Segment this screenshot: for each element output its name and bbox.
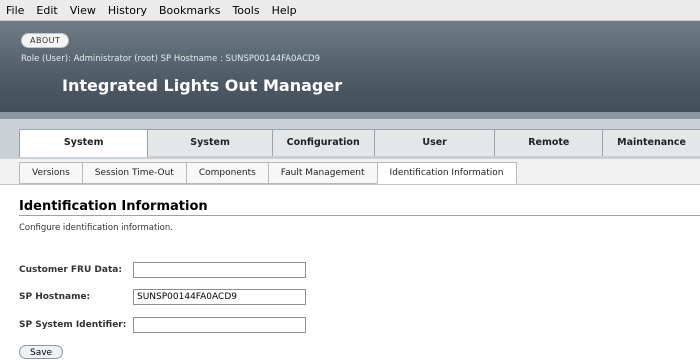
tab-system-monitoring[interactable]: System Monitoring xyxy=(147,129,273,174)
subtab-session-time-out[interactable]: Session Time-Out xyxy=(81,162,187,184)
menu-tools[interactable]: Tools xyxy=(232,4,259,17)
tab-configuration[interactable]: Configuration xyxy=(271,129,375,156)
form-row-sp-hostname: SP Hostname: xyxy=(19,289,306,305)
tab-maintenance[interactable]: Maintenance xyxy=(602,129,700,156)
form-row-customer-fru: Customer FRU Data: xyxy=(19,262,306,278)
header-divider xyxy=(0,112,700,119)
customer-fru-input[interactable] xyxy=(133,262,306,278)
tab-system-information[interactable]: System Information xyxy=(19,129,149,174)
tab-user-management[interactable]: User Management xyxy=(373,129,496,174)
menu-view[interactable]: View xyxy=(70,4,96,17)
sp-hostname-label: SP Hostname: xyxy=(19,292,91,302)
subtab-versions[interactable]: Versions xyxy=(19,162,83,184)
menu-history[interactable]: History xyxy=(108,4,147,17)
menu-file[interactable]: File xyxy=(6,4,24,17)
save-button[interactable]: Save xyxy=(19,345,64,359)
menu-edit[interactable]: Edit xyxy=(36,4,57,17)
sp-system-identifier-input[interactable] xyxy=(133,317,306,333)
sub-tab-bar: Versions Session Time-Out Components Fau… xyxy=(0,159,700,185)
sp-hostname-input[interactable] xyxy=(133,289,306,305)
page-description: Configure identification information. xyxy=(19,223,173,233)
subtab-fault-management[interactable]: Fault Management xyxy=(267,162,378,184)
form-row-sp-system-identifier: SP System Identifier: xyxy=(19,317,306,333)
subtab-identification-information[interactable]: Identification Information xyxy=(376,162,517,184)
app-header: ABOUT Role (User): Administrator (root) … xyxy=(0,21,700,119)
title-divider xyxy=(19,215,700,216)
role-info: Role (User): Administrator (root) SP Hos… xyxy=(21,54,320,64)
about-button[interactable]: ABOUT xyxy=(21,33,70,48)
sp-system-identifier-label: SP System Identifier: xyxy=(19,320,127,330)
subtab-components[interactable]: Components xyxy=(185,162,269,184)
menu-help[interactable]: Help xyxy=(272,4,297,17)
menu-bookmarks[interactable]: Bookmarks xyxy=(159,4,220,17)
page-title: Identification Information xyxy=(19,199,208,214)
tab-remote-control[interactable]: Remote Control xyxy=(494,129,604,174)
customer-fru-label: Customer FRU Data: xyxy=(19,265,122,275)
main-tab-bar: System Information System Monitoring Con… xyxy=(0,119,700,174)
app-title: Integrated Lights Out Manager xyxy=(62,76,343,95)
browser-menu-bar: File Edit View History Bookmarks Tools H… xyxy=(0,0,700,21)
